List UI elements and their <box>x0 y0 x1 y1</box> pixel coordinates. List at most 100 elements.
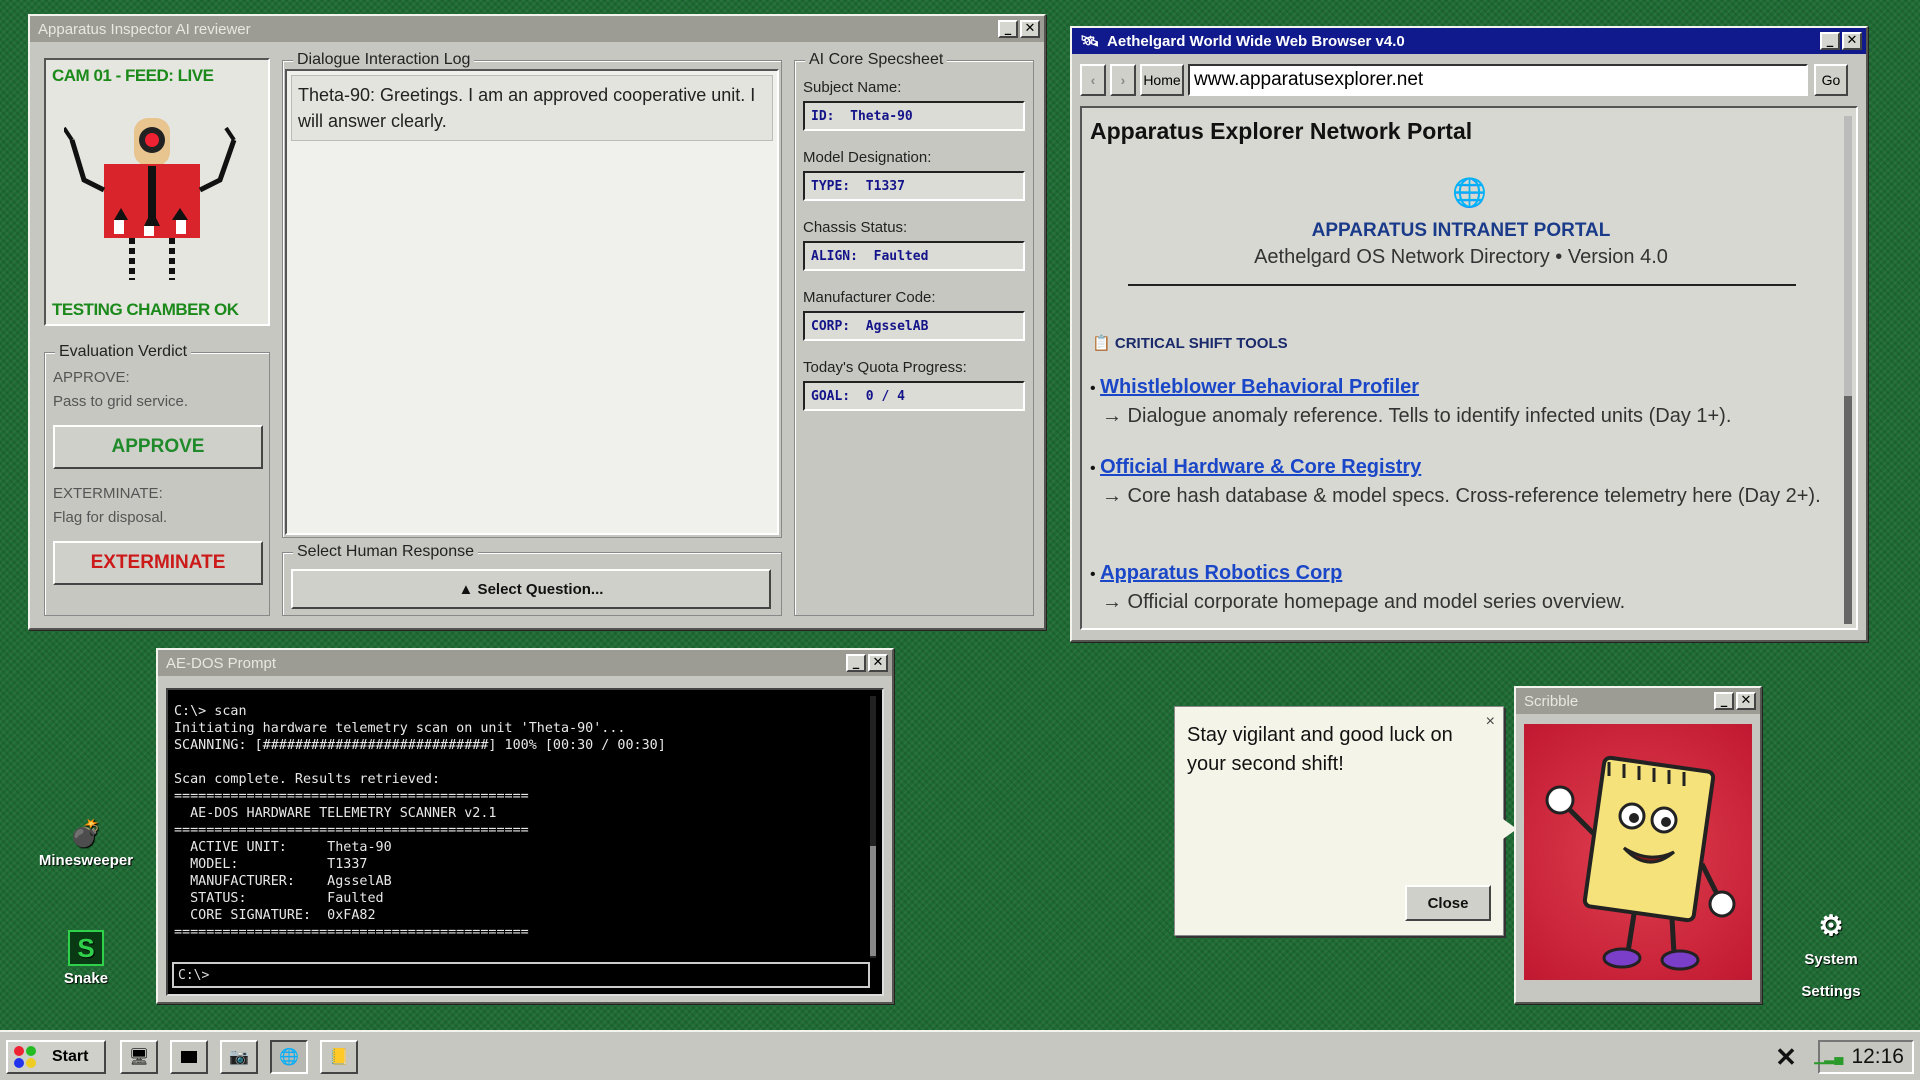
camera-icon: 📷 <box>229 1049 249 1066</box>
scribble-minimize-button[interactable]: _ <box>1714 692 1734 710</box>
desktop-icon-minesweeper[interactable]: 💣 Minesweeper <box>26 818 146 869</box>
globe-icon: 🌐 <box>279 1049 299 1066</box>
link-profiler[interactable]: Whistleblower Behavioral Profiler <box>1100 376 1419 398</box>
home-button[interactable]: Home <box>1140 64 1184 96</box>
taskbar-inspector-button[interactable]: 🖥 <box>120 1040 158 1074</box>
camera-feed: CAM 01 - FEED: LIVE TESTING CHAMBER OK <box>44 58 270 326</box>
go-button[interactable]: Go <box>1814 64 1848 96</box>
dialogue-message: Theta-90: Greetings. I am an approved co… <box>291 75 773 141</box>
dos-command-input[interactable] <box>172 962 870 988</box>
select-question-button[interactable]: ▲ Select Question... <box>291 569 771 609</box>
inspector-titlebar[interactable]: Apparatus Inspector AI reviewer _ ✕ <box>30 16 1044 42</box>
quota-progress-label: Today's Quota Progress: <box>803 359 967 376</box>
taskbar-dos-button[interactable] <box>170 1040 208 1074</box>
portal-subtitle: Aethelgard OS Network Directory • Versio… <box>1254 246 1668 268</box>
exterminate-button[interactable]: EXTERMINATE <box>53 541 263 585</box>
specsheet-legend: AI Core Specsheet <box>805 51 948 69</box>
start-label: Start <box>52 1048 89 1065</box>
browser-scrollbar[interactable] <box>1844 116 1852 624</box>
link-desc-profiler: → Dialogue anomaly reference. Tells to i… <box>1102 405 1732 427</box>
manufacturer-code-field: CORP: AgsselAB <box>803 311 1025 341</box>
signal-icon: ▁▂▄ <box>1814 1049 1844 1064</box>
dos-window: AE-DOS Prompt _ ✕ C:\> scan Initiating ha… <box>156 648 894 1004</box>
browser-titlebar[interactable]: 🛰 Aethelgard World Wide Web Browser v4.0… <box>1072 28 1866 54</box>
dos-line: CORE SIGNATURE: 0xFA82 <box>174 908 376 923</box>
start-button[interactable]: Start <box>6 1040 106 1074</box>
browser-close-button[interactable]: ✕ <box>1842 32 1862 50</box>
link-robotics[interactable]: Apparatus Robotics Corp <box>1100 562 1342 584</box>
dos-line: ========================================… <box>174 789 529 804</box>
back-button[interactable]: ‹ <box>1080 64 1106 96</box>
dos-scroll-thumb[interactable] <box>870 846 876 956</box>
browser-minimize-button[interactable]: _ <box>1820 32 1840 50</box>
subject-name-label: Subject Name: <box>803 79 902 96</box>
dos-title: AE-DOS Prompt <box>166 654 277 672</box>
dos-minimize-button[interactable]: _ <box>846 654 866 672</box>
portal-globe-icon: 🌐 <box>1452 177 1487 208</box>
verdict-group: Evaluation Verdict APPROVE: Pass to grid… <box>44 343 270 616</box>
chamber-label: TESTING CHAMBER OK <box>52 300 239 319</box>
model-designation-field: TYPE: T1337 <box>803 171 1025 201</box>
portal-title: APPARATUS INTRANET PORTAL <box>1311 220 1611 241</box>
dos-line <box>174 755 876 772</box>
dos-scrollbar[interactable] <box>870 696 876 958</box>
dos-line: STATUS: Faulted <box>174 891 384 906</box>
robot-image <box>64 118 237 280</box>
scribble-close-button[interactable]: ✕ <box>1736 692 1756 710</box>
desktop-icon-system-settings[interactable]: ⚙ System Settings <box>1770 910 1892 1008</box>
bullet-icon: • <box>1090 380 1096 397</box>
dos-terminal[interactable]: C:\> scan Initiating hardware telemetry s… <box>166 688 884 996</box>
start-logo-icon <box>14 1046 36 1068</box>
page-title: Apparatus Explorer Network Portal <box>1090 118 1473 144</box>
chassis-status-label: Chassis Status: <box>803 219 908 236</box>
dos-close-button[interactable]: ✕ <box>868 654 888 672</box>
notepad-icon: 📒 <box>329 1049 349 1066</box>
dos-output: C:\> scan Initiating hardware telemetry s… <box>174 704 876 942</box>
bullet-icon: • <box>1090 460 1096 477</box>
dos-line: ========================================… <box>174 925 529 940</box>
chassis-status-field: ALIGN: Faulted <box>803 241 1025 271</box>
dos-line: AE-DOS HARDWARE TELEMETRY SCANNER v2.1 <box>174 806 497 821</box>
bubble-close-icon[interactable]: × <box>1486 713 1495 731</box>
dos-line: MODEL: T1337 <box>174 857 368 872</box>
bubble-close-button[interactable]: Close <box>1405 885 1491 921</box>
taskbar-browser-button[interactable]: 🌐 <box>270 1040 308 1074</box>
dos-line: C:\> scan <box>174 704 247 719</box>
dos-line: Initiating hardware telemetry scan on un… <box>174 721 626 736</box>
approve-button[interactable]: APPROVE <box>53 425 263 469</box>
link-registry[interactable]: Official Hardware & Core Registry <box>1100 456 1421 478</box>
browser-content: Apparatus Explorer Network Portal 🌐 APPA… <box>1080 106 1858 630</box>
desktop-icon-snake[interactable]: S Snake <box>26 930 146 987</box>
bubble-message: Stay vigilant and good luck on your seco… <box>1187 724 1453 775</box>
dos-titlebar[interactable]: AE-DOS Prompt _ ✕ <box>158 650 892 676</box>
scrollbar-thumb[interactable] <box>1844 396 1852 624</box>
dialogue-legend: Dialogue Interaction Log <box>293 51 475 69</box>
taskbar-scribble-button[interactable]: 📒 <box>320 1040 358 1074</box>
notepad-mascot-image <box>1545 755 1736 971</box>
scribble-mascot[interactable] <box>1524 724 1752 980</box>
assistant-bubble: Stay vigilant and good luck on your seco… <box>1174 706 1517 936</box>
minimize-button[interactable]: _ <box>998 20 1018 38</box>
link-item-registry: • Official Hardware & Core Registry → Co… <box>1090 456 1830 509</box>
forward-button[interactable]: › <box>1110 64 1136 96</box>
dialogue-log[interactable]: Theta-90: Greetings. I am an approved co… <box>285 69 779 535</box>
cam-label: CAM 01 - FEED: LIVE <box>52 66 214 85</box>
dos-line: ========================================… <box>174 823 529 838</box>
close-button[interactable]: ✕ <box>1020 20 1040 38</box>
verdict-legend: Evaluation Verdict <box>55 343 192 361</box>
link-item-profiler: • Whistleblower Behavioral Profiler → Di… <box>1090 376 1830 429</box>
response-legend: Select Human Response <box>293 543 478 561</box>
dialogue-group: Dialogue Interaction Log Theta-90: Greet… <box>282 51 782 538</box>
quota-progress-field: GOAL: 0 / 4 <box>803 381 1025 411</box>
url-input[interactable] <box>1188 64 1808 96</box>
scribble-title: Scribble <box>1524 692 1579 710</box>
scribble-window: Scribble _ ✕ <box>1514 686 1762 1004</box>
taskbar: Start 🖥 📷 🌐 📒 ✕ ▁▂▄ 12:16 <box>0 1030 1920 1080</box>
browser-title: Aethelgard World Wide Web Browser v4.0 <box>1107 32 1405 50</box>
gear-icon: ⚙ <box>1818 910 1844 941</box>
monitor-icon: 🖥 <box>128 1049 150 1066</box>
taskbar-camera-button[interactable]: 📷 <box>220 1040 258 1074</box>
dos-line: SCANNING: [############################]… <box>174 738 666 753</box>
scribble-titlebar[interactable]: Scribble _ ✕ <box>1516 688 1760 714</box>
taskbar-close-icon[interactable]: ✕ <box>1770 1040 1802 1074</box>
